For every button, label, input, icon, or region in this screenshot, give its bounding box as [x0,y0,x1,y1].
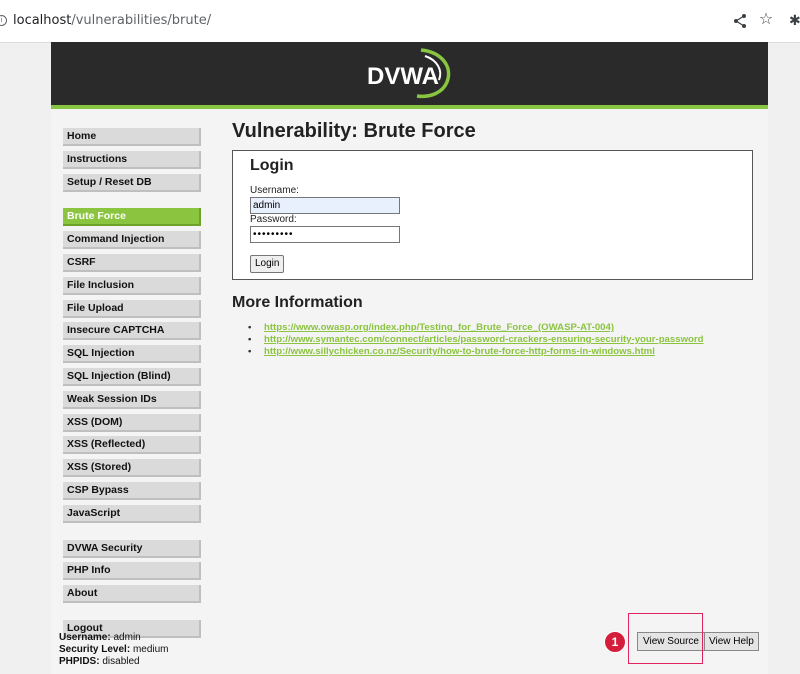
list-item: http://www.symantec.com/connect/articles… [248,334,704,346]
sidebar-item-insecure-captcha[interactable]: Insecure CAPTCHA [63,322,201,341]
reference-link[interactable]: http://www.sillychicken.co.nz/Security/h… [264,346,655,357]
username-label: Username: [250,185,299,196]
security-level-info: Security Level: medium [59,644,169,655]
page-title: Vulnerability: Brute Force [232,120,476,142]
share-icon[interactable] [733,13,747,29]
sidebar-item-dvwa-security[interactable]: DVWA Security [63,539,201,558]
session-info: Username: admin Security Level: medium P… [59,632,169,668]
sidebar-item-xss-stored[interactable]: XSS (Stored) [63,459,201,478]
sidebar-item-brute-force[interactable]: Brute Force [63,208,201,227]
bookmark-star-icon[interactable]: ☆ [758,12,774,28]
password-label: Password: [250,214,297,225]
sidebar-item-setup-reset-db[interactable]: Setup / Reset DB [63,173,201,192]
sidebar-item-command-injection[interactable]: Command Injection [63,231,201,250]
sidebar-item-csrf[interactable]: CSRF [63,253,201,272]
phpids-info: PHPIDS: disabled [59,656,140,667]
sidebar-item-weak-session-ids[interactable]: Weak Session IDs [63,390,201,409]
menu-divider [63,608,199,620]
sidebar-item-home[interactable]: Home [63,128,201,146]
sidebar-item-file-inclusion[interactable]: File Inclusion [63,276,201,295]
site-info-icon[interactable]: i [0,15,7,26]
sidebar-item-xss-dom[interactable]: XSS (DOM) [63,413,201,432]
login-heading: Login [250,157,294,174]
sidebar-item-file-upload[interactable]: File Upload [63,299,201,318]
extensions-icon[interactable]: ✱ [789,12,800,28]
list-item: http://www.sillychicken.co.nz/Security/h… [248,346,704,358]
password-field[interactable]: ••••••••• [250,226,400,243]
reference-links: https://www.owasp.org/index.php/Testing_… [248,322,704,358]
dvwa-logo: DVWA [367,48,451,99]
annotation-highlight-box [628,613,703,664]
more-information-heading: More Information [232,294,363,311]
sidebar-item-javascript[interactable]: JavaScript [63,504,201,523]
dvwa-page: DVWA Home Instructions Setup / Reset DB Bru… [51,42,768,674]
list-item: https://www.owasp.org/index.php/Testing_… [248,322,704,334]
sidebar-item-sql-injection[interactable]: SQL Injection [63,345,201,364]
sidebar-item-xss-reflected[interactable]: XSS (Reflected) [63,436,201,455]
username-field[interactable]: admin [250,197,400,214]
page-header: DVWA [51,42,768,109]
reference-link[interactable]: https://www.owasp.org/index.php/Testing_… [264,322,614,333]
reference-link[interactable]: http://www.symantec.com/connect/articles… [264,334,704,345]
sidebar-item-php-info[interactable]: PHP Info [63,562,201,581]
menu-divider [63,196,199,208]
svg-text:DVWA: DVWA [367,63,439,90]
login-button[interactable]: Login [250,255,285,273]
sidebar-item-csp-bypass[interactable]: CSP Bypass [63,481,201,500]
sidebar-menu: Home Instructions Setup / Reset DB Brute Fo… [63,128,201,643]
username-info: Username: admin [59,632,141,643]
annotation-marker: 1 [604,631,626,653]
login-form: Login Username: admin Password: ••••••••… [232,150,753,280]
browser-address-bar: i localhost/vulnerabilities/brute/ ☆ ✱ [0,0,800,43]
view-help-button[interactable]: View Help [704,632,759,651]
sidebar-item-instructions[interactable]: Instructions [63,150,201,169]
sidebar-item-sql-injection-blind[interactable]: SQL Injection (Blind) [63,367,201,386]
sidebar-item-about[interactable]: About [63,585,201,604]
address-input[interactable]: localhost/vulnerabilities/brute/ [13,13,211,28]
menu-divider [63,528,199,540]
